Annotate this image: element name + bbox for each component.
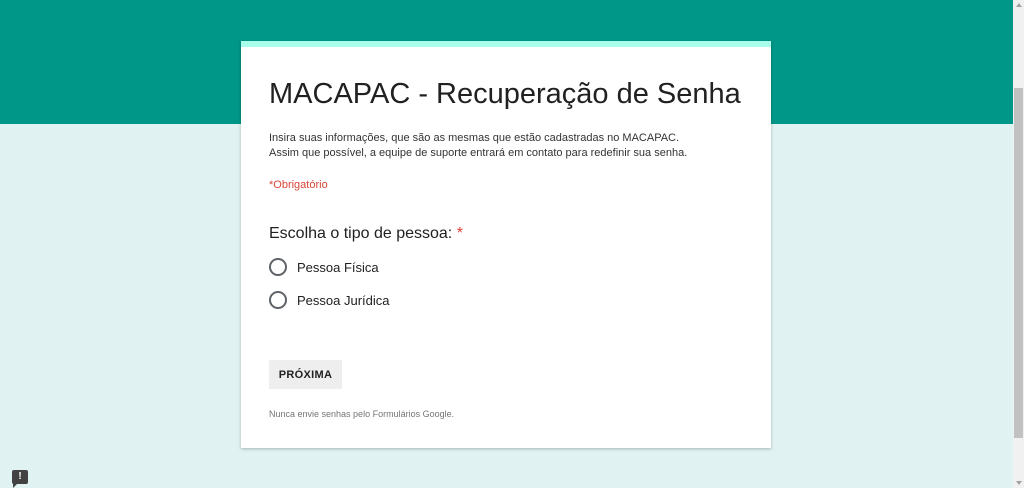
radio-option-label[interactable]: Pessoa Física: [297, 260, 379, 275]
form-description: Insira suas informações, que são as mesm…: [269, 131, 687, 161]
next-button[interactable]: PRÓXIMA: [269, 360, 342, 389]
radio-option-pessoa-juridica[interactable]: Pessoa Jurídica: [269, 291, 390, 309]
required-note: *Obrigatório: [269, 179, 328, 191]
required-asterisk: *: [456, 225, 463, 242]
vertical-scrollbar[interactable]: [1013, 0, 1024, 488]
form-title: MACAPAC - Recuperação de Senha: [269, 78, 741, 110]
question-label: Escolha o tipo de pessoa:: [269, 225, 453, 242]
description-line-2: Assim que possível, a equipe de suporte …: [269, 147, 688, 159]
report-problem-icon[interactable]: !: [12, 470, 28, 488]
radio-option-pessoa-fisica[interactable]: Pessoa Física: [269, 258, 379, 276]
radio-button[interactable]: [269, 291, 287, 309]
question-title: Escolha o tipo de pessoa: *: [269, 225, 463, 243]
radio-option-label[interactable]: Pessoa Jurídica: [297, 293, 390, 308]
scrollbar-thumb[interactable]: [1014, 88, 1023, 438]
card-accent-bar: [241, 41, 771, 47]
radio-button[interactable]: [269, 258, 287, 276]
description-line-1: Insira suas informações, que são as mesm…: [269, 132, 680, 144]
scroll-up-arrow-icon[interactable]: [1016, 3, 1022, 7]
password-warning-note: Nunca envie senhas pelo Formulários Goog…: [269, 409, 455, 419]
form-card: MACAPAC - Recuperação de Senha Insira su…: [241, 41, 771, 448]
scroll-down-arrow-icon[interactable]: [1016, 481, 1022, 485]
